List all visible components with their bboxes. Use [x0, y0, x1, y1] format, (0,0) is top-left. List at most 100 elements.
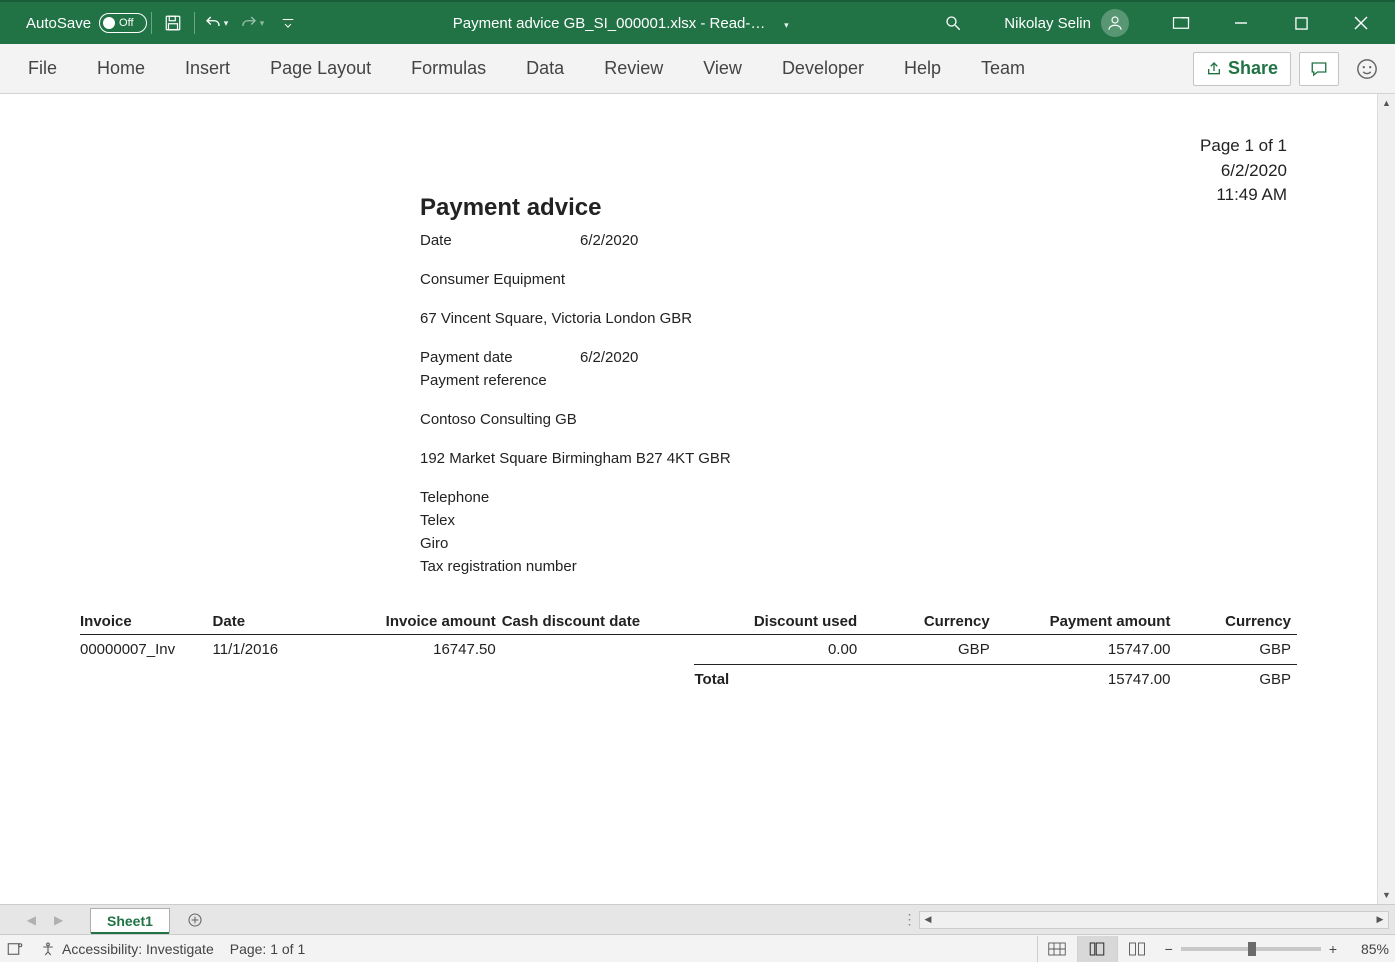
payment-date-label: Payment date — [420, 349, 580, 366]
scroll-down-icon[interactable]: ▼ — [1378, 886, 1395, 904]
customize-qat-button[interactable] — [271, 3, 305, 43]
undo-button[interactable]: ▾ — [199, 3, 233, 43]
payment-reference-label: Payment reference — [420, 372, 1297, 389]
share-button[interactable]: Share — [1193, 52, 1291, 86]
zoom-thumb[interactable] — [1248, 942, 1256, 956]
zoom-slider[interactable] — [1181, 947, 1321, 951]
table-header-row: Invoice Date Invoice amount Cash discoun… — [80, 609, 1297, 635]
cell-currency1: GBP — [863, 635, 996, 665]
view-normal-button[interactable] — [1037, 936, 1077, 962]
comments-button[interactable] — [1299, 52, 1339, 86]
feedback-smiley-icon[interactable] — [1347, 52, 1387, 86]
invoice-table-wrap: Invoice Date Invoice amount Cash discoun… — [80, 609, 1297, 694]
tab-team[interactable]: Team — [961, 44, 1045, 93]
print-date-text: 6/2/2020 — [1200, 159, 1287, 184]
table-row: 00000007_Inv 11/1/2016 16747.50 0.00 GBP… — [80, 635, 1297, 665]
tab-page-layout[interactable]: Page Layout — [250, 44, 391, 93]
vertical-scrollbar[interactable]: ▲ ▼ — [1377, 94, 1395, 904]
sheet-prev-icon[interactable]: ◀ — [27, 913, 36, 927]
tab-help[interactable]: Help — [884, 44, 961, 93]
tab-review[interactable]: Review — [584, 44, 683, 93]
status-bar: Accessibility: Investigate Page: 1 of 1 … — [0, 934, 1395, 962]
cell-invoice-amount: 16747.50 — [321, 635, 502, 665]
tab-options-icon[interactable]: ⋮ — [899, 911, 919, 928]
scroll-up-icon[interactable]: ▲ — [1378, 94, 1395, 112]
maximize-button[interactable] — [1273, 3, 1329, 43]
date-label: Date — [420, 232, 580, 249]
page-number-text: Page 1 of 1 — [1200, 134, 1287, 159]
view-page-break-button[interactable] — [1117, 936, 1157, 962]
cell-invoice: 00000007_Inv — [80, 635, 213, 665]
sheet-next-icon[interactable]: ▶ — [54, 913, 63, 927]
zoom-percentage[interactable]: 85% — [1345, 941, 1389, 957]
total-label: Total — [694, 665, 863, 695]
user-avatar[interactable] — [1101, 9, 1129, 37]
title-dropdown-icon[interactable]: ▾ — [784, 20, 789, 30]
company-name: Contoso Consulting GB — [420, 411, 1297, 428]
th-currency2: Currency — [1176, 609, 1297, 635]
autosave-state: Off — [119, 17, 133, 29]
th-payment-amount: Payment amount — [996, 609, 1177, 635]
view-buttons — [1037, 936, 1157, 962]
print-time-text: 11:49 AM — [1200, 183, 1287, 208]
zoom-in-button[interactable]: + — [1329, 941, 1337, 957]
cell-cash-discount — [502, 635, 695, 665]
tab-data[interactable]: Data — [506, 44, 584, 93]
sheet-nav-arrows[interactable]: ◀ ▶ — [0, 913, 90, 927]
add-sheet-button[interactable] — [180, 912, 210, 928]
window-title: Payment advice GB_SI_000001.xlsx - Read-… — [305, 15, 936, 32]
cell-discount-used: 0.00 — [694, 635, 863, 665]
document-page[interactable]: Page 1 of 1 6/2/2020 11:49 AM Payment ad… — [0, 94, 1377, 904]
consumer-address: 67 Vincent Square, Victoria London GBR — [420, 310, 1297, 327]
telephone-label: Telephone — [420, 489, 1297, 506]
th-currency1: Currency — [863, 609, 996, 635]
sheet-tab-label: Sheet1 — [107, 913, 153, 929]
page-info: Page: 1 of 1 — [230, 941, 306, 957]
view-page-layout-button[interactable] — [1077, 936, 1117, 962]
tax-reg-label: Tax registration number — [420, 558, 1297, 575]
scroll-left-icon[interactable]: ◀ — [920, 914, 936, 925]
share-label: Share — [1228, 58, 1278, 79]
tab-insert[interactable]: Insert — [165, 44, 250, 93]
document-body: Payment advice Date 6/2/2020 Consumer Eq… — [420, 194, 1297, 575]
consumer-name: Consumer Equipment — [420, 271, 1297, 288]
macro-record-icon[interactable] — [6, 940, 24, 958]
giro-label: Giro — [420, 535, 1297, 552]
tab-formulas[interactable]: Formulas — [391, 44, 506, 93]
autosave-toggle[interactable]: Off — [99, 13, 147, 33]
accessibility-text: Accessibility: Investigate — [62, 941, 214, 957]
tab-file[interactable]: File — [8, 44, 77, 93]
title-right: Nikolay Selin — [936, 3, 1389, 43]
table-total-row: Total 15747.00 GBP — [80, 665, 1297, 695]
company-address: 192 Market Square Birmingham B27 4KT GBR — [420, 450, 1297, 467]
scroll-right-icon[interactable]: ▶ — [1372, 914, 1388, 925]
search-icon[interactable] — [936, 3, 970, 43]
redo-button[interactable]: ▾ — [235, 3, 269, 43]
cell-currency2: GBP — [1176, 635, 1297, 665]
payment-date-value: 6/2/2020 — [580, 349, 638, 366]
cell-date: 11/1/2016 — [213, 635, 321, 665]
total-currency: GBP — [1176, 665, 1297, 695]
save-icon[interactable] — [156, 3, 190, 43]
document-title: Payment advice — [420, 194, 1297, 222]
page-meta: Page 1 of 1 6/2/2020 11:49 AM — [1200, 134, 1287, 208]
cell-payment-amount: 15747.00 — [996, 635, 1177, 665]
page-info-text: Page: 1 of 1 — [230, 941, 306, 957]
autosave-label: AutoSave — [26, 15, 91, 32]
tab-home[interactable]: Home — [77, 44, 165, 93]
th-invoice-amount: Invoice amount — [321, 609, 502, 635]
zoom-out-button[interactable]: − — [1165, 941, 1173, 957]
tab-view[interactable]: View — [683, 44, 762, 93]
close-button[interactable] — [1333, 3, 1389, 43]
sheet-tab-bar: ◀ ▶ Sheet1 ⋮ ◀ ▶ — [0, 904, 1395, 934]
ribbon-display-options-icon[interactable] — [1153, 3, 1209, 43]
zoom-control: − + 85% — [1165, 941, 1389, 957]
accessibility-status[interactable]: Accessibility: Investigate — [40, 941, 214, 957]
horizontal-scrollbar[interactable]: ◀ ▶ — [919, 911, 1389, 929]
minimize-button[interactable] — [1213, 3, 1269, 43]
th-invoice: Invoice — [80, 609, 213, 635]
sheet-tab-active[interactable]: Sheet1 — [90, 908, 170, 933]
th-cash-discount-date: Cash discount date — [502, 609, 695, 635]
invoice-table: Invoice Date Invoice amount Cash discoun… — [80, 609, 1297, 694]
tab-developer[interactable]: Developer — [762, 44, 884, 93]
